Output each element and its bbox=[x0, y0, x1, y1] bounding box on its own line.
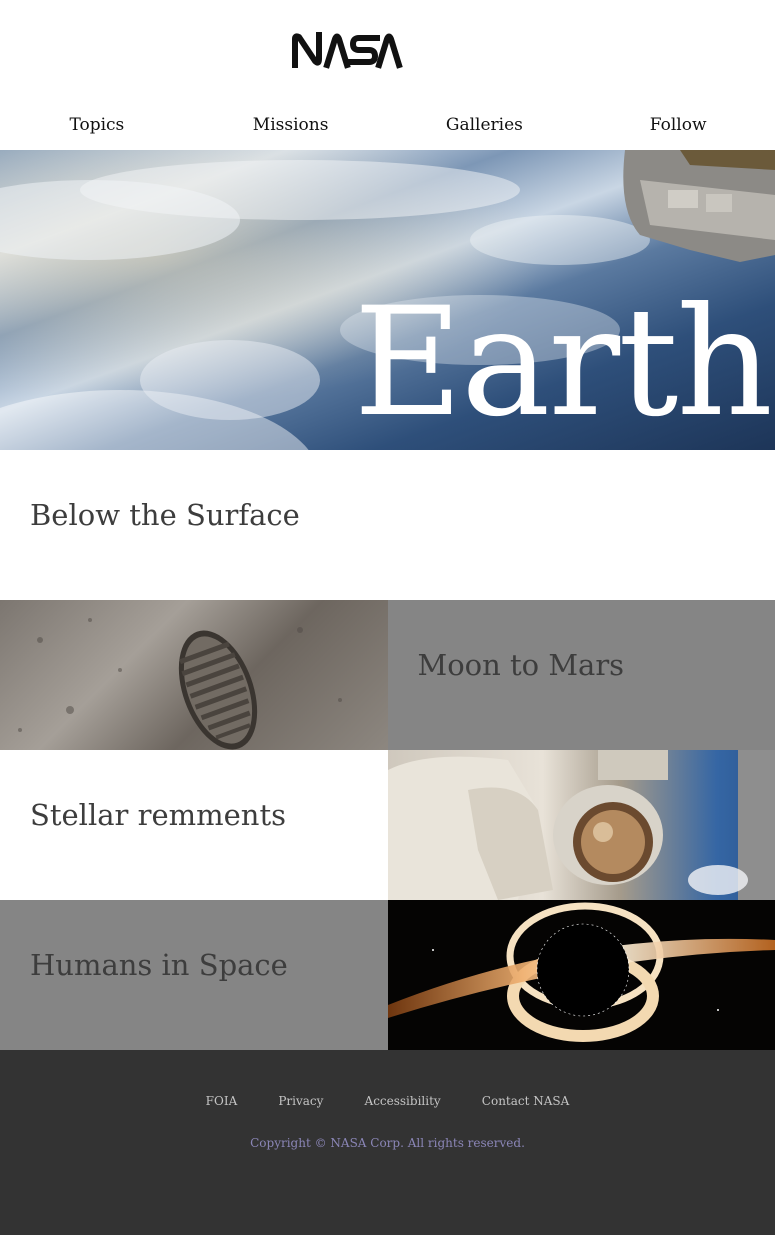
site-footer: FOIA Privacy Accessibility Contact NASA … bbox=[0, 1050, 775, 1235]
humans-in-space-tile[interactable]: Humans in Space bbox=[0, 900, 388, 1050]
tile-title-stellar[interactable]: Stellar remments bbox=[30, 798, 286, 832]
nav-follow[interactable]: Follow bbox=[581, 100, 775, 150]
bootprint-image bbox=[0, 600, 388, 750]
tile-title-humans[interactable]: Humans in Space bbox=[30, 948, 288, 982]
footer-links: FOIA Privacy Accessibility Contact NASA bbox=[0, 1090, 775, 1109]
footer-link-accessibility[interactable]: Accessibility bbox=[365, 1094, 441, 1108]
site-header: Topics Missions Galleries Follow bbox=[0, 0, 775, 150]
nav-galleries[interactable]: Galleries bbox=[388, 100, 582, 150]
footer-link-privacy[interactable]: Privacy bbox=[278, 1094, 323, 1108]
tile-title-moon-to-mars[interactable]: Moon to Mars bbox=[418, 648, 625, 682]
hero-title: Earth bbox=[353, 276, 773, 450]
grid-row-3: Humans in Space bbox=[0, 900, 775, 1050]
grid-row-2: Stellar remments bbox=[0, 750, 775, 900]
footer-link-foia[interactable]: FOIA bbox=[206, 1094, 238, 1108]
hero-banner: Earth bbox=[0, 150, 775, 450]
moon-to-mars-tile[interactable]: Moon to Mars bbox=[387, 600, 775, 750]
intro-section: Below the Surface bbox=[0, 450, 775, 600]
main-nav: Topics Missions Galleries Follow bbox=[0, 100, 775, 150]
footer-link-contact[interactable]: Contact NASA bbox=[482, 1094, 570, 1108]
stellar-tile[interactable]: Stellar remments bbox=[0, 750, 388, 900]
black-hole-image bbox=[387, 900, 775, 1050]
grid-row-1: Moon to Mars bbox=[0, 600, 775, 750]
copyright-text: Copyright © NASA Corp. All rights reserv… bbox=[250, 1136, 525, 1150]
nasa-logo[interactable] bbox=[291, 31, 407, 69]
nav-topics[interactable]: Topics bbox=[0, 100, 194, 150]
astronaut-image bbox=[387, 750, 775, 900]
section-heading: Below the Surface bbox=[30, 498, 300, 532]
nav-missions[interactable]: Missions bbox=[194, 100, 388, 150]
